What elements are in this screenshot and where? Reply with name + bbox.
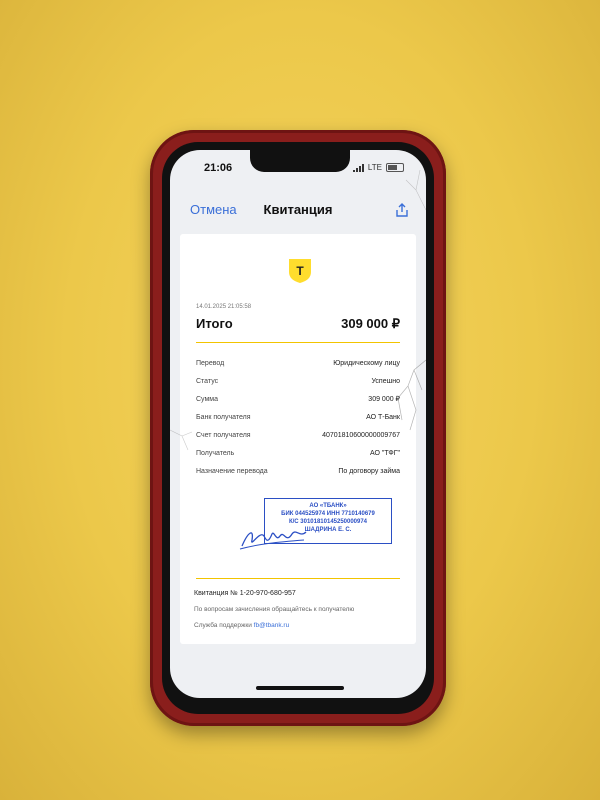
- stamp-line: АО «ТБАНК»: [309, 503, 347, 509]
- logo-letter: Т: [296, 264, 304, 278]
- home-indicator[interactable]: [256, 686, 344, 690]
- share-icon[interactable]: [394, 202, 410, 218]
- total-label: Итого: [196, 316, 233, 331]
- status-time: 21:06: [204, 162, 233, 174]
- detail-row: Получатель АО "ТФГ": [196, 449, 400, 457]
- notch: [250, 150, 350, 172]
- status-indicators: LTE: [352, 163, 404, 172]
- detail-row: Назначение перевода По договору займа: [196, 467, 400, 475]
- network-label: LTE: [367, 163, 382, 172]
- support-line: Служба поддержки fb@tbank.ru: [194, 622, 290, 629]
- phone-screen: 21:06 LTE Отмена Квитанция Т 14.01.2025 …: [170, 150, 426, 698]
- receipt-datetime: 14.01.2025 21:05:58: [196, 304, 252, 310]
- divider: [196, 578, 400, 579]
- divider: [196, 342, 400, 343]
- receipt-card: Т 14.01.2025 21:05:58 Итого 309 000 ₽ Пе…: [180, 234, 416, 644]
- detail-row: Статус Успешно: [196, 377, 400, 385]
- receipt-number: Квитанция № 1-20-970-680-957: [194, 590, 296, 597]
- recipient-note: По вопросам зачисления обращайтесь к пол…: [194, 606, 355, 613]
- detail-row: Счет получателя 40701810600000009767: [196, 431, 400, 439]
- detail-row: Сумма 309 000 ₽: [196, 395, 400, 404]
- support-email-link[interactable]: fb@tbank.ru: [254, 622, 290, 629]
- total-value: 309 000 ₽: [341, 316, 400, 331]
- detail-row: Банк получателя АО Т-Банк: [196, 413, 400, 421]
- bank-logo-icon: Т: [289, 259, 311, 283]
- nav-bar: Отмена Квитанция: [170, 200, 426, 222]
- signal-icon: [352, 163, 364, 172]
- stamp-line: БИК 044525974 ИНН 7710140679: [281, 511, 375, 517]
- battery-icon: [386, 163, 404, 172]
- page-title: Квитанция: [263, 202, 333, 217]
- detail-row: Перевод Юридическому лицу: [196, 359, 400, 367]
- receipt-details: Перевод Юридическому лицу Статус Успешно С…: [196, 354, 400, 480]
- signature: [239, 531, 307, 550]
